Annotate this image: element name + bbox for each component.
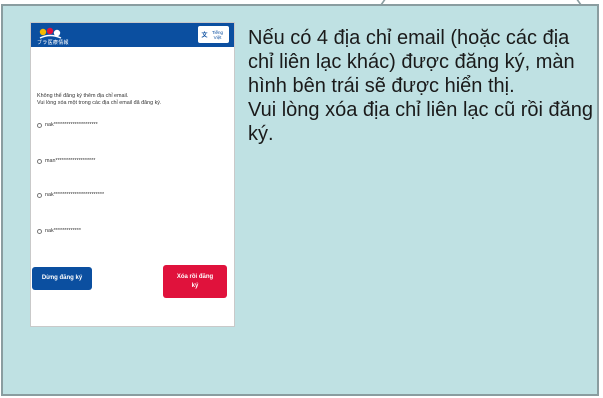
- description-paragraph-1: Nếu có 4 địa chỉ email (hoặc các địa chỉ…: [248, 27, 575, 97]
- logo-caption: ブラ医療情報: [37, 40, 69, 46]
- radio-button[interactable]: [37, 158, 42, 164]
- stop-registration-button[interactable]: Dừng đăng ký: [32, 267, 92, 290]
- delete-button-label: Xóa rồi đăng ký: [176, 273, 214, 289]
- translate-icon: 文: [201, 33, 208, 39]
- email-label: nak************************: [45, 192, 105, 198]
- email-option-1[interactable]: nak*********************: [37, 122, 98, 128]
- language-label: Tiếng Việt: [211, 29, 224, 40]
- email-option-4[interactable]: nak*************: [37, 228, 81, 234]
- phone-screen: ブラ医療情報 文 Tiếng Việt Không thể đăng ký th…: [30, 22, 235, 327]
- radio-button[interactable]: [37, 192, 42, 198]
- description-paragraph-2: Vui lòng xóa địa chỉ liên lạc cũ rồi đăn…: [248, 99, 594, 145]
- email-option-3[interactable]: nak************************: [37, 192, 104, 198]
- radio-button[interactable]: [37, 228, 42, 234]
- email-option-2[interactable]: man*******************: [37, 158, 95, 164]
- description-text: Nếu có 4 địa chỉ email (hoặc các địa chỉ…: [248, 26, 598, 146]
- language-button[interactable]: 文 Tiếng Việt: [198, 26, 229, 43]
- radio-button[interactable]: [37, 122, 42, 128]
- email-label: nak*************: [45, 228, 81, 234]
- delete-and-register-button[interactable]: Xóa rồi đăng ký: [163, 265, 227, 298]
- delete-instruction: Vui lòng xóa một trong các địa chỉ email…: [37, 100, 162, 106]
- email-label: nak*********************: [45, 122, 98, 128]
- email-label: man*******************: [45, 158, 96, 164]
- app-header: ブラ医療情報 文 Tiếng Việt: [31, 23, 234, 47]
- instruction-panel: ブラ医療情報 文 Tiếng Việt Không thể đăng ký th…: [1, 4, 599, 396]
- limit-message: Không thể đăng ký thêm địa chỉ email.: [37, 93, 129, 99]
